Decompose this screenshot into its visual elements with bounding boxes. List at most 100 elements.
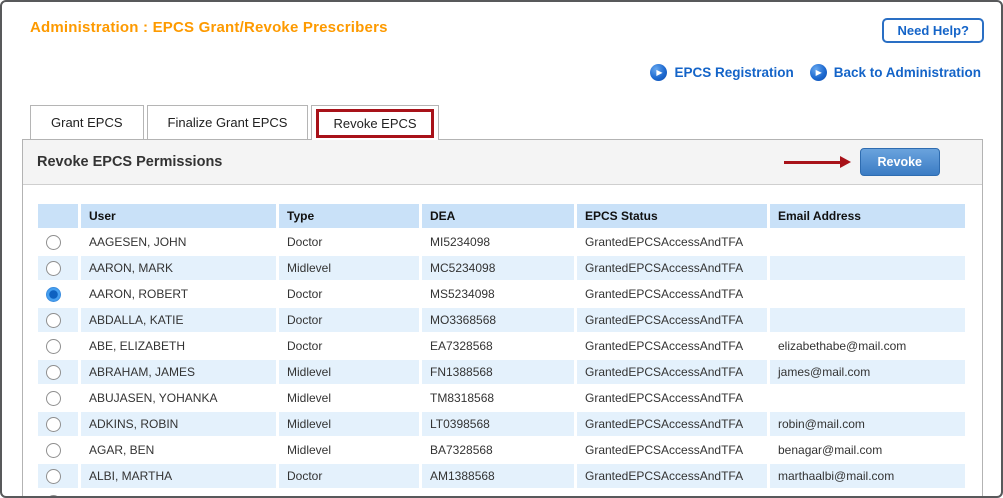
cell-dea: FN1388568 — [422, 360, 574, 384]
cell-dea: MO3368568 — [422, 308, 574, 332]
table-row: ALBI, MARTHA Doctor AM1388568 GrantedEPC… — [38, 464, 965, 488]
cell-email — [770, 490, 965, 496]
cell-epcs-status: GrantedEPCSAccessAndTFA — [577, 386, 767, 410]
table-row: AGAR, BEN Midlevel BA7328568 GrantedEPCS… — [38, 438, 965, 462]
cell-dea: LT0398568 — [422, 412, 574, 436]
revoke-button[interactable]: Revoke — [859, 148, 940, 176]
cell-epcs-status: GrantedEPCSAccessAndTFA — [577, 282, 767, 306]
table-header-row: User Type DEA EPCS Status Email Address — [38, 204, 965, 228]
table-body: AAGESEN, JOHN Doctor MI5234098 GrantedEP… — [38, 230, 965, 496]
cell-dea: MC5234098 — [422, 256, 574, 280]
cell-dea: AM1388568 — [422, 464, 574, 488]
page-title: Administration : EPCS Grant/Revoke Presc… — [30, 19, 388, 36]
prescribers-table: User Type DEA EPCS Status Email Address … — [35, 202, 968, 496]
cell-type: Doctor — [279, 230, 419, 254]
need-help-button[interactable]: Need Help? — [882, 18, 984, 43]
table-row: AARON, MARK Midlevel MC5234098 GrantedEP… — [38, 256, 965, 280]
back-to-administration-link-label: Back to Administration — [833, 65, 981, 80]
table-row: ADKINS, ROBIN Midlevel LT0398568 Granted… — [38, 412, 965, 436]
cell-email — [770, 230, 965, 254]
tab-finalize-grant-epcs[interactable]: Finalize Grant EPCS — [146, 105, 309, 139]
app-window: Administration : EPCS Grant/Revoke Presc… — [0, 0, 1003, 498]
row-radio-button[interactable] — [46, 260, 61, 276]
cell-dea: BA7328568 — [422, 438, 574, 462]
red-arrow-annotation-icon — [783, 156, 851, 168]
cell-type — [279, 490, 419, 496]
revoke-epcs-panel: Revoke EPCS Permissions Revoke User Type… — [22, 139, 983, 496]
cell-user: ALBI, MARTHA — [81, 464, 276, 488]
cell-dea: MI5234098 — [422, 230, 574, 254]
row-radio-button[interactable] — [46, 416, 61, 432]
row-radio-button[interactable] — [46, 390, 61, 406]
tab-revoke-epcs[interactable]: Revoke EPCS — [311, 105, 439, 140]
cell-epcs-status: GrantedEPCSAccessAndTFA — [577, 464, 767, 488]
row-radio-button[interactable] — [46, 338, 61, 354]
cell-type: Doctor — [279, 464, 419, 488]
cell-user: ABDALLA, KATIE — [81, 308, 276, 332]
table-row: ABDALLA, KATIE Doctor MO3368568 GrantedE… — [38, 308, 965, 332]
cell-user: AGAR, BEN — [81, 438, 276, 462]
row-radio-button[interactable] — [46, 468, 61, 484]
table-row: AARON, ROBERT Doctor MS5234098 GrantedEP… — [38, 282, 965, 306]
epcs-registration-link-label: EPCS Registration — [674, 65, 794, 80]
play-circle-icon: ▶ — [650, 64, 668, 81]
cell-user: AARON, MARK — [81, 256, 276, 280]
row-radio-button[interactable] — [46, 312, 61, 328]
cell-user: ADKINS, ROBIN — [81, 412, 276, 436]
cell-email: elizabethabe@mail.com — [770, 334, 965, 358]
panel-heading: Revoke EPCS Permissions — [37, 154, 223, 170]
cell-email: james@mail.com — [770, 360, 965, 384]
tab-bar: Grant EPCS Finalize Grant EPCS Revoke EP… — [30, 105, 439, 140]
cell-dea: MS5234098 — [422, 282, 574, 306]
table-row: ABE, ELIZABETH Doctor EA7328568 GrantedE… — [38, 334, 965, 358]
cell-epcs-status: GrantedEPCSAccessAndTFA — [577, 230, 767, 254]
column-header-dea: DEA — [422, 204, 574, 228]
cell-epcs-status: GrantedEPCSAccessAndTFA — [577, 256, 767, 280]
cell-user: ABE, ELIZABETH — [81, 334, 276, 358]
tab-grant-epcs[interactable]: Grant EPCS — [30, 105, 144, 139]
play-circle-icon: ▶ — [809, 64, 827, 81]
column-header-user: User — [81, 204, 276, 228]
column-header-type: Type — [279, 204, 419, 228]
cell-type: Midlevel — [279, 386, 419, 410]
cell-type: Midlevel — [279, 360, 419, 384]
cell-epcs-status: GrantedEPCSAccessAndTFA — [577, 360, 767, 384]
cell-user: AAGESEN, JOHN — [81, 230, 276, 254]
cell-epcs-status — [577, 490, 767, 496]
table-row: AAGESEN, JOHN Doctor MI5234098 GrantedEP… — [38, 230, 965, 254]
cell-dea: EA7328568 — [422, 334, 574, 358]
revoke-button-area: Revoke — [783, 148, 940, 176]
row-radio-button[interactable] — [46, 234, 61, 250]
radio-column-header — [38, 204, 78, 228]
cell-email: marthaalbi@mail.com — [770, 464, 965, 488]
row-radio-button[interactable] — [46, 286, 61, 302]
table-row: ABUJASEN, YOHANKA Midlevel TM8318568 Gra… — [38, 386, 965, 410]
cell-type: Midlevel — [279, 438, 419, 462]
row-radio-button[interactable] — [46, 364, 61, 380]
cell-epcs-status: GrantedEPCSAccessAndTFA — [577, 308, 767, 332]
cell-email — [770, 282, 965, 306]
row-radio-button[interactable] — [46, 494, 61, 496]
cell-type: Midlevel — [279, 256, 419, 280]
red-annotation-box: Revoke EPCS — [316, 109, 434, 138]
cell-dea: TM8318568 — [422, 386, 574, 410]
cell-email — [770, 308, 965, 332]
cell-type: Doctor — [279, 308, 419, 332]
cell-type: Doctor — [279, 334, 419, 358]
column-header-email: Email Address — [770, 204, 965, 228]
back-to-administration-link[interactable]: ▶ Back to Administration — [809, 64, 981, 81]
cell-dea — [422, 490, 574, 496]
cell-type: Doctor — [279, 282, 419, 306]
cell-epcs-status: GrantedEPCSAccessAndTFA — [577, 412, 767, 436]
header-links: ▶ EPCS Registration ▶ Back to Administra… — [650, 64, 981, 81]
epcs-registration-link[interactable]: ▶ EPCS Registration — [650, 64, 794, 81]
cell-user: AARON, ROBERT — [81, 282, 276, 306]
cell-user: ABUJASEN, YOHANKA — [81, 386, 276, 410]
cell-type: Midlevel — [279, 412, 419, 436]
cell-email — [770, 386, 965, 410]
row-radio-button[interactable] — [46, 442, 61, 458]
cell-user: ABRAHAM, JAMES — [81, 360, 276, 384]
table-row-partial — [38, 490, 965, 496]
cell-email: robin@mail.com — [770, 412, 965, 436]
prescribers-table-area: User Type DEA EPCS Status Email Address … — [23, 185, 982, 496]
